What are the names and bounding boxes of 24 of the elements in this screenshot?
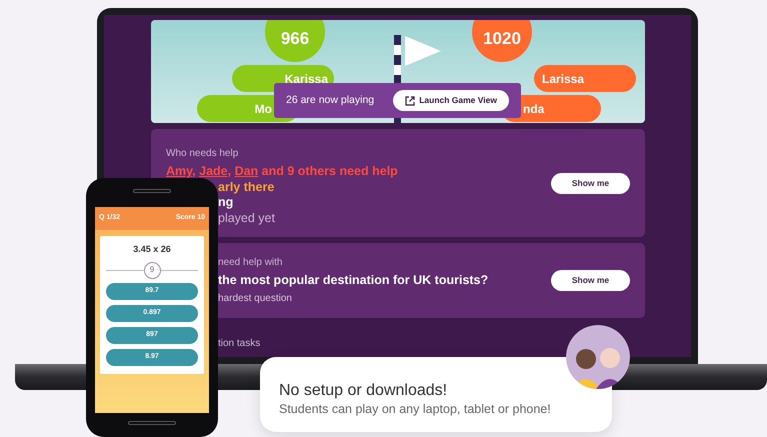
launch-game-view-button[interactable]: Launch Game View: [393, 90, 509, 111]
avatar-silhouettes-icon: [566, 325, 630, 389]
external-link-icon: [405, 96, 416, 106]
card-heading: Who needs help: [166, 147, 240, 161]
help-status-text: played yet: [218, 210, 275, 226]
bubble-title: No setup or downloads!: [279, 381, 448, 401]
help-status-text: arly there: [218, 180, 274, 195]
help-status-text: ng: [218, 195, 234, 210]
question-note: hardest question: [218, 292, 293, 306]
phone-speaker-icon: [133, 189, 171, 193]
student-link[interactable]: Amy: [166, 164, 192, 178]
show-me-button[interactable]: Show me: [551, 172, 630, 194]
student-link[interactable]: Jade: [199, 164, 228, 178]
student-link[interactable]: Dan: [234, 164, 258, 178]
question-text: the most popular destination for UK tourists?: [218, 272, 488, 290]
player-bar: Larissa: [534, 65, 636, 92]
help-status-text: Amy, Jade, Dan and 9 others need help: [166, 164, 398, 180]
flag-icon: [405, 36, 441, 66]
show-me-button[interactable]: Show me: [551, 270, 630, 291]
section-heading: tion tasks: [218, 337, 260, 351]
card-heading: need help with: [218, 256, 284, 270]
phone-home-bar-icon: [128, 421, 176, 425]
quiz-question: 3.45 x 26: [133, 243, 171, 256]
bubble-subtitle: Students can play on any laptop, tablet or phone!: [279, 401, 552, 418]
